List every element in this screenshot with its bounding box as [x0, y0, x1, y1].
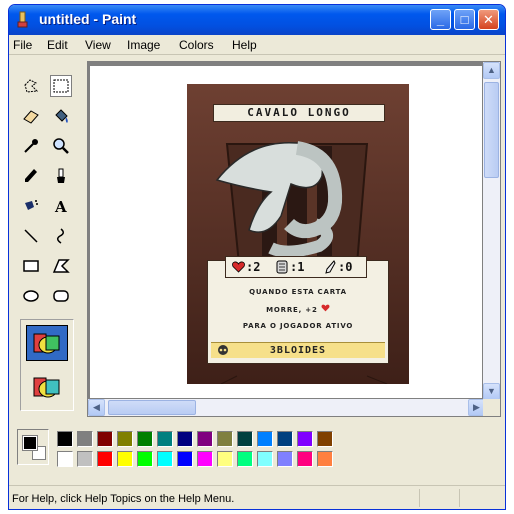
color-swatch[interactable]: [157, 431, 173, 447]
status-text: For Help, click Help Topics on the Help …: [12, 493, 235, 505]
magnifier-icon[interactable]: [50, 135, 72, 157]
color-swatch[interactable]: [237, 431, 253, 447]
color-palette: [13, 423, 483, 473]
menu-view[interactable]: View: [85, 38, 111, 52]
transparent-option[interactable]: [27, 370, 67, 404]
minimize-button[interactable]: _: [430, 9, 451, 30]
heart-icon: [232, 261, 245, 273]
paint-window: untitled - Paint _ □ ✕ File Edit View Im…: [8, 4, 506, 510]
vertical-scrollbar[interactable]: ▲ ▼: [483, 62, 500, 400]
color-swatch[interactable]: [77, 431, 93, 447]
status-divider: [419, 489, 420, 507]
color-swatch[interactable]: [57, 451, 73, 467]
fill-icon[interactable]: [50, 105, 72, 127]
pencil-icon[interactable]: [20, 165, 42, 187]
armor-value: :1: [290, 260, 305, 274]
transparent-shapes-icon: [33, 377, 60, 398]
damage-icon: [325, 260, 336, 274]
horizontal-scroll-thumb[interactable]: [108, 400, 196, 415]
svg-text:A: A: [54, 198, 67, 215]
free-form-select-icon[interactable]: [20, 75, 42, 97]
current-colors[interactable]: [17, 429, 49, 465]
hearts-value: :2: [246, 260, 261, 274]
line-icon[interactable]: [20, 225, 42, 247]
text-icon[interactable]: A: [50, 195, 72, 217]
title-bar[interactable]: untitled - Paint _ □ ✕: [9, 5, 505, 35]
rounded-rectangle-icon[interactable]: [50, 285, 72, 307]
color-swatch[interactable]: [237, 451, 253, 467]
color-swatch[interactable]: [177, 431, 193, 447]
color-swatch[interactable]: [317, 431, 333, 447]
menu-image[interactable]: Image: [127, 38, 160, 52]
opaque-shapes-icon: [33, 333, 60, 354]
vertical-scroll-thumb[interactable]: [484, 82, 499, 178]
paint-app-icon: [17, 11, 28, 28]
scroll-corner: [483, 399, 500, 416]
game-card-image: CAVALO LONGO :2 :1 :0 QUANDO ESTA CARTA …: [187, 84, 409, 384]
scroll-up-icon[interactable]: ▲: [483, 62, 500, 79]
airbrush-icon[interactable]: [20, 195, 42, 217]
color-swatch[interactable]: [257, 431, 273, 447]
color-swatch[interactable]: [257, 451, 273, 467]
color-swatch[interactable]: [157, 451, 173, 467]
card-stats: :2 :1 :0: [225, 256, 367, 278]
color-swatch[interactable]: [177, 451, 193, 467]
card-title: CAVALO LONGO: [213, 104, 385, 122]
pick-color-icon[interactable]: [20, 135, 42, 157]
curve-icon[interactable]: [50, 225, 72, 247]
tool-options: [20, 319, 74, 411]
status-divider: [459, 489, 460, 507]
maximize-button[interactable]: □: [454, 9, 475, 30]
color-swatch[interactable]: [97, 451, 113, 467]
damage-value: :0: [338, 260, 353, 274]
close-button[interactable]: ✕: [478, 9, 499, 30]
faction-name: 3BLOIDES: [269, 345, 327, 356]
toolbox: A: [12, 59, 84, 415]
card-text-line-1: QUANDO ESTA CARTA: [249, 288, 347, 296]
card-faction: 3BLOIDES: [211, 342, 385, 358]
polygon-icon[interactable]: [50, 255, 72, 277]
menu-file[interactable]: File: [13, 38, 32, 52]
color-swatch[interactable]: [197, 431, 213, 447]
scroll-down-icon[interactable]: ▼: [483, 383, 500, 400]
canvas-area: CAVALO LONGO :2 :1 :0 QUANDO ESTA CARTA …: [87, 61, 501, 417]
color-swatch[interactable]: [97, 431, 113, 447]
color-swatch[interactable]: [297, 431, 313, 447]
menu-edit[interactable]: Edit: [47, 38, 68, 52]
color-swatch[interactable]: [277, 451, 293, 467]
drawing-canvas[interactable]: CAVALO LONGO :2 :1 :0 QUANDO ESTA CARTA …: [90, 66, 482, 398]
skull-icon: [218, 345, 228, 355]
color-swatch[interactable]: [297, 451, 313, 467]
card-text-line-2: MORRE, +2: [211, 304, 385, 314]
eraser-icon[interactable]: [20, 105, 42, 127]
horizontal-scrollbar[interactable]: ◀ ▶: [88, 399, 485, 416]
color-swatch[interactable]: [117, 431, 133, 447]
armor-icon: [276, 260, 288, 274]
color-swatch[interactable]: [217, 451, 233, 467]
menu-help[interactable]: Help: [232, 38, 257, 52]
status-bar: For Help, click Help Topics on the Help …: [9, 485, 505, 509]
color-swatch[interactable]: [317, 451, 333, 467]
color-swatch[interactable]: [197, 451, 213, 467]
brush-icon[interactable]: [50, 165, 72, 187]
color-swatch[interactable]: [57, 431, 73, 447]
color-swatch[interactable]: [117, 451, 133, 467]
opaque-option[interactable]: [26, 325, 68, 361]
color-swatch[interactable]: [277, 431, 293, 447]
color-swatch[interactable]: [77, 451, 93, 467]
color-swatch[interactable]: [217, 431, 233, 447]
ellipse-icon[interactable]: [20, 285, 42, 307]
select-icon[interactable]: [50, 75, 72, 97]
color-swatch[interactable]: [137, 431, 153, 447]
rectangle-icon[interactable]: [20, 255, 42, 277]
scroll-left-icon[interactable]: ◀: [88, 399, 105, 416]
menu-colors[interactable]: Colors: [179, 38, 214, 52]
card-text-line-3: PARA O JOGADOR ATIVO: [242, 322, 354, 330]
heart-icon: [321, 304, 330, 312]
window-title: untitled - Paint: [39, 11, 137, 27]
foreground-color-swatch[interactable]: [22, 435, 38, 451]
menu-bar: File Edit View Image Colors Help: [9, 35, 505, 55]
color-swatch[interactable]: [137, 451, 153, 467]
